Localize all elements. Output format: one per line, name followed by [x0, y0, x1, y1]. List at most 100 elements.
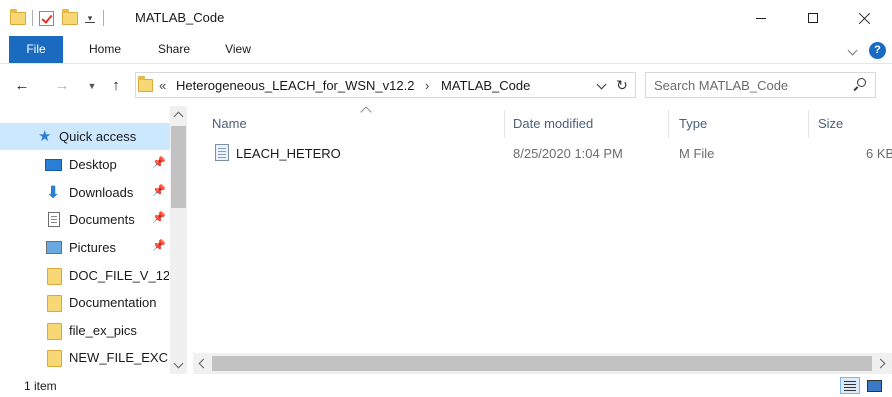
scrollbar-thumb[interactable]: [212, 356, 872, 371]
tab-file[interactable]: File: [9, 36, 63, 63]
sidebar-item-label: Downloads: [69, 185, 134, 200]
toolbar-divider: [32, 10, 33, 26]
sidebar-item-label: DOC_FILE_V_12_: [69, 268, 169, 283]
details-view-icon[interactable]: [840, 377, 860, 394]
sidebar-item-desktop[interactable]: Desktop 📌: [0, 151, 170, 178]
scroll-down-arrow-icon[interactable]: [170, 357, 187, 374]
scrollbar-thumb[interactable]: [171, 126, 186, 208]
arrow-left-icon: ←: [14, 77, 30, 94]
scroll-up-arrow-icon[interactable]: [170, 106, 187, 123]
properties-icon[interactable]: [39, 10, 54, 26]
new-folder-icon[interactable]: [62, 8, 78, 25]
customize-toolbar-icon[interactable]: ▾: [85, 13, 95, 23]
sidebar-item-quick-access[interactable]: ★ Quick access: [0, 123, 170, 150]
document-icon: [46, 212, 63, 227]
navigation-pane-scrollbar[interactable]: [170, 106, 187, 374]
pin-icon[interactable]: 📌: [152, 156, 166, 169]
sidebar-item-label: Documents: [69, 212, 135, 227]
sidebar-item-label: Quick access: [59, 129, 137, 144]
search-icon[interactable]: [853, 78, 867, 92]
ribbon-tabs: File Home Share View ?: [0, 36, 892, 64]
back-button[interactable]: ←: [12, 76, 32, 96]
quick-access-toolbar: ▾: [10, 8, 110, 28]
overflow-crumb[interactable]: «: [159, 78, 166, 93]
sidebar-item-label: Pictures: [69, 240, 116, 255]
title-bar: ▾ MATLAB_Code: [0, 0, 892, 36]
chevron-down-icon: [596, 79, 607, 90]
search-input[interactable]: [654, 77, 844, 93]
close-button[interactable]: [842, 0, 888, 36]
tab-home[interactable]: Home: [80, 36, 130, 63]
navigation-bar: ← → ▼ ↑ « Heterogeneous_LEACH_for_WSN_v1…: [0, 64, 892, 106]
sidebar-item-label: Desktop: [69, 157, 117, 172]
tab-share[interactable]: Share: [148, 36, 200, 63]
star-icon: ★: [38, 128, 52, 145]
breadcrumb-item[interactable]: MATLAB_Code: [441, 78, 530, 93]
sidebar-item-pictures[interactable]: Pictures 📌: [0, 234, 170, 261]
minimize-icon: [756, 17, 766, 19]
pin-icon[interactable]: 📌: [152, 211, 166, 224]
item-count: 1 item: [24, 379, 57, 393]
address-history-button[interactable]: [594, 76, 610, 94]
scroll-left-arrow-icon[interactable]: [193, 353, 210, 374]
sidebar-item-downloads[interactable]: ⬇ Downloads 📌: [0, 179, 170, 206]
sidebar-item-folder[interactable]: file_ex_pics: [0, 317, 170, 344]
arrow-up-icon: ↑: [112, 77, 120, 94]
column-header-size[interactable]: Size: [810, 110, 890, 138]
desktop-icon: [45, 157, 62, 172]
file-size: 6 KB: [866, 146, 892, 161]
sidebar-item-label: Documentation: [69, 295, 157, 310]
column-divider[interactable]: [808, 110, 809, 138]
maximize-icon: [808, 13, 818, 23]
column-header-name[interactable]: Name: [204, 106, 504, 138]
pin-icon[interactable]: 📌: [152, 184, 166, 197]
folder-icon: [47, 268, 64, 285]
pictures-icon: [46, 240, 63, 255]
file-type: M File: [679, 146, 715, 161]
column-header-type[interactable]: Type: [671, 110, 808, 138]
breadcrumb-item[interactable]: Heterogeneous_LEACH_for_WSN_v12.2: [176, 78, 414, 93]
sidebar-item-folder[interactable]: NEW_FILE_EXCH: [0, 344, 170, 371]
table-row[interactable]: LEACH_HETERO 8/25/2020 1:04 PM M File 6 …: [211, 142, 892, 166]
maximize-button[interactable]: [790, 0, 836, 36]
sidebar-item-label: file_ex_pics: [69, 323, 137, 338]
address-bar[interactable]: « Heterogeneous_LEACH_for_WSN_v12.2 › MA…: [135, 72, 636, 98]
recent-locations-button[interactable]: ▼: [82, 76, 102, 96]
sidebar-item-folder[interactable]: Documentation: [0, 289, 170, 316]
tab-view[interactable]: View: [213, 36, 263, 63]
up-button[interactable]: ↑: [106, 76, 126, 96]
sort-ascending-icon: [360, 106, 372, 118]
folder-icon: [47, 350, 64, 367]
breadcrumb-separator[interactable]: ›: [425, 78, 429, 93]
file-list: Name Date modified Type Size LEACH_HETER…: [193, 106, 892, 352]
folder-icon: [47, 295, 64, 312]
pin-icon[interactable]: 📌: [152, 239, 166, 252]
chevron-down-icon: ▼: [87, 81, 97, 91]
search-box: [645, 72, 876, 98]
sidebar-item-documents[interactable]: Documents 📌: [0, 206, 170, 233]
column-header-label: Name: [212, 116, 247, 131]
refresh-button[interactable]: ↻: [613, 75, 631, 95]
file-name: LEACH_HETERO: [236, 146, 341, 161]
expand-ribbon-button[interactable]: [846, 42, 860, 56]
folder-icon: [47, 323, 64, 340]
close-icon: [859, 12, 871, 24]
column-header-date-modified[interactable]: Date modified: [505, 110, 668, 138]
chevron-down-icon: [847, 45, 858, 56]
navigation-pane: ★ Quick access Desktop 📌 ⬇ Downloads 📌 D…: [0, 106, 190, 374]
m-file-icon: [215, 144, 229, 161]
folder-icon: [138, 76, 153, 92]
download-icon: ⬇: [46, 183, 61, 202]
arrow-right-icon: →: [54, 77, 70, 94]
file-date-modified: 8/25/2020 1:04 PM: [513, 146, 623, 161]
forward-button[interactable]: →: [52, 76, 72, 96]
sidebar-item-label: NEW_FILE_EXCH: [69, 350, 169, 365]
help-icon[interactable]: ?: [869, 42, 886, 59]
scroll-right-arrow-icon[interactable]: [875, 353, 892, 374]
sidebar-item-folder[interactable]: DOC_FILE_V_12_: [0, 262, 170, 289]
status-bar: 1 item: [0, 374, 892, 397]
minimize-button[interactable]: [738, 0, 784, 36]
file-list-scrollbar[interactable]: [193, 353, 892, 374]
column-divider[interactable]: [668, 110, 669, 138]
large-icons-view-icon[interactable]: [864, 377, 884, 394]
